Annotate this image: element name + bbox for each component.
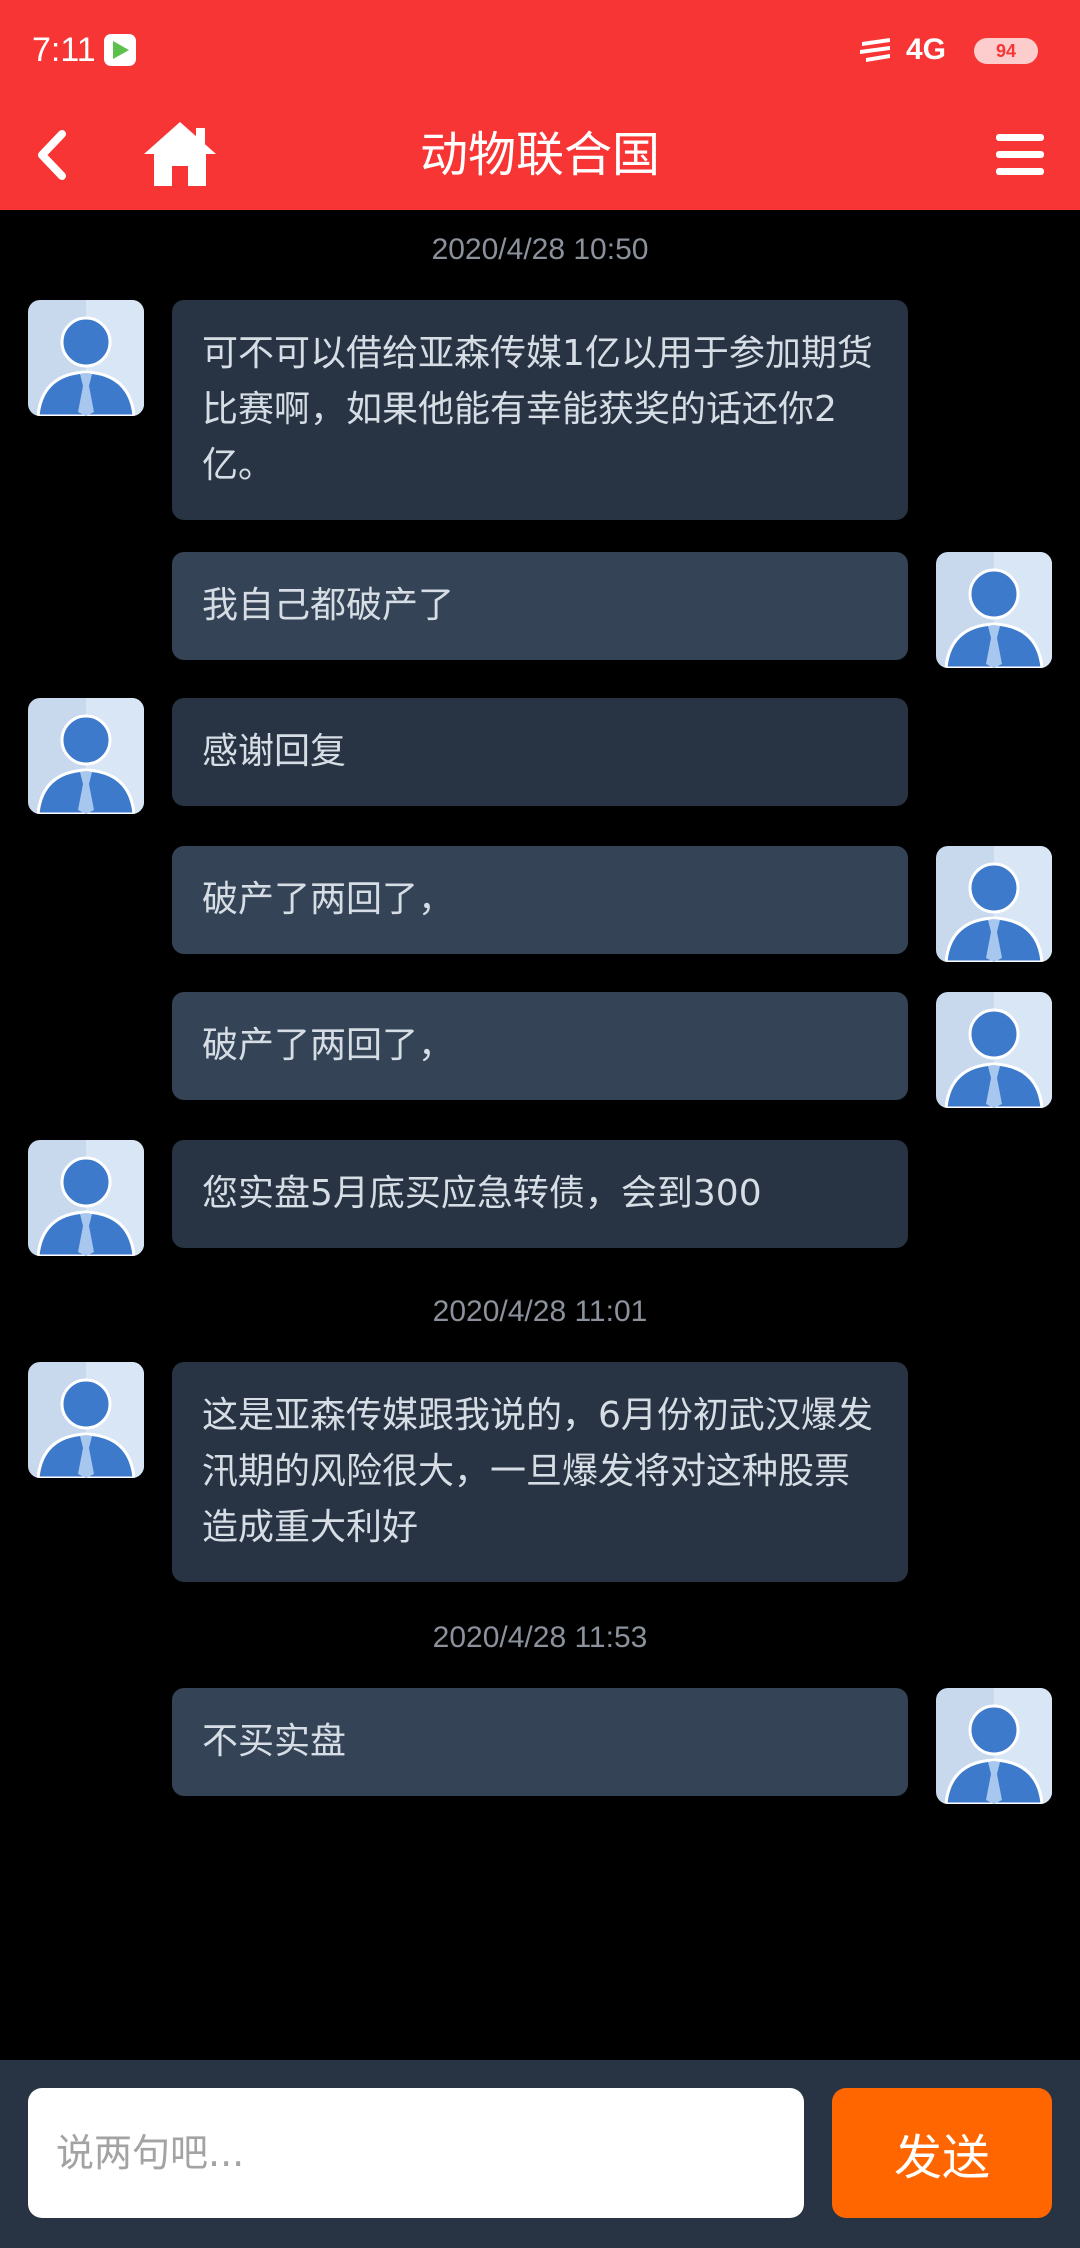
hamburger-menu-icon <box>996 134 1044 175</box>
avatar[interactable] <box>28 1140 144 1256</box>
back-button[interactable] <box>20 120 90 190</box>
user-avatar-icon <box>28 300 144 416</box>
network-type: 4G <box>906 33 947 66</box>
page-title: 动物联合国 <box>419 127 660 183</box>
status-time: 7:11 <box>32 31 96 69</box>
avatar[interactable] <box>936 552 1052 668</box>
status-bar: 7:11 4G 94 <box>0 0 1080 100</box>
timestamp: 2020/4/28 11:01 <box>432 1295 648 1328</box>
user-avatar-icon <box>936 846 1052 962</box>
message-bubble: 破产了两回了， <box>172 846 908 954</box>
menu-button[interactable] <box>990 124 1050 186</box>
message-bubble: 破产了两回了， <box>172 992 908 1100</box>
message-input[interactable] <box>28 2088 804 2218</box>
chevron-left-icon <box>38 130 66 180</box>
message-input-bar: 发送 <box>0 2060 1080 2248</box>
user-avatar-icon <box>28 1140 144 1256</box>
send-button[interactable]: 发送 <box>832 2088 1052 2218</box>
timestamp: 2020/4/28 11:53 <box>432 1621 648 1654</box>
message-list[interactable]: 2020/4/28 10:50 可不可以借给亚森传媒1亿以用于参加期货比赛啊，如… <box>0 210 1080 2060</box>
avatar[interactable] <box>28 1362 144 1478</box>
message-bubble: 可不可以借给亚森传媒1亿以用于参加期货比赛啊，如果他能有幸能获奖的话还你2亿。 <box>172 300 908 520</box>
chat-screen: 7:11 4G 94 动物联合国 2020/4/28 10:50 可不可以借给亚… <box>0 0 1080 2248</box>
user-avatar-icon <box>936 552 1052 668</box>
message-bubble: 您实盘5月底买应急转债，会到300 <box>172 1140 908 1248</box>
avatar[interactable] <box>936 846 1052 962</box>
top-nav-bar: 动物联合国 <box>0 100 1080 210</box>
message-bubble: 不买实盘 <box>172 1688 908 1796</box>
message-bubble: 感谢回复 <box>172 698 908 806</box>
avatar[interactable] <box>28 300 144 416</box>
battery-indicator: 94 <box>974 38 1038 64</box>
user-avatar-icon <box>28 1362 144 1478</box>
home-icon <box>144 122 216 186</box>
avatar[interactable] <box>936 1688 1052 1804</box>
avatar[interactable] <box>936 992 1052 1108</box>
play-app-icon <box>104 34 136 66</box>
message-bubble: 我自己都破产了 <box>172 552 908 660</box>
user-avatar-icon <box>936 1688 1052 1804</box>
home-button[interactable] <box>140 116 220 192</box>
user-avatar-icon <box>28 698 144 814</box>
timestamp: 2020/4/28 10:50 <box>431 233 649 266</box>
message-bubble: 这是亚森传媒跟我说的，6月份初武汉爆发汛期的风险很大，一旦爆发将对这种股票造成重… <box>172 1362 908 1582</box>
signal-icon <box>860 38 890 62</box>
user-avatar-icon <box>936 992 1052 1108</box>
avatar[interactable] <box>28 698 144 814</box>
